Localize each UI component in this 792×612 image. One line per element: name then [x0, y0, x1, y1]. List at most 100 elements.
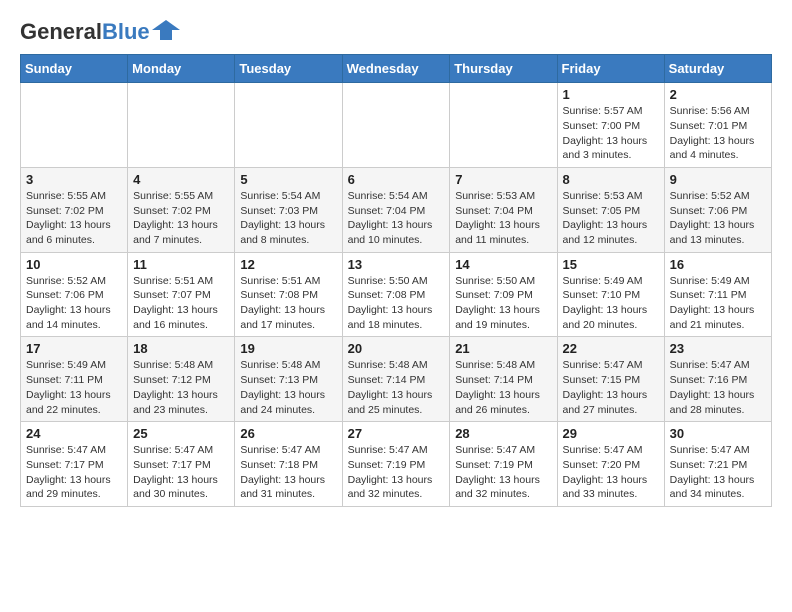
day-number: 19 [240, 341, 336, 356]
day-number: 2 [670, 87, 766, 102]
day-number: 11 [133, 257, 229, 272]
calendar-cell: 5Sunrise: 5:54 AMSunset: 7:03 PMDaylight… [235, 167, 342, 252]
day-number: 13 [348, 257, 445, 272]
day-number: 28 [455, 426, 551, 441]
calendar-cell: 8 Sunrise: 5:53 AMSunset: 7:05 PMDaylight… [557, 167, 664, 252]
calendar-cell: 10 Sunrise: 5:52 AMSunset: 7:06 PMDayligh… [21, 252, 128, 337]
day-detail: Sunrise: 5:49 AMSunset: 7:10 PMDaylight:… [563, 274, 659, 333]
logo: GeneralBlue [20, 20, 180, 44]
calendar-table: SundayMondayTuesdayWednesdayThursdayFrid… [20, 54, 772, 507]
day-number: 21 [455, 341, 551, 356]
weekday-header-friday: Friday [557, 55, 664, 83]
day-number: 7 [455, 172, 551, 187]
day-detail: Sunrise: 5:49 AMSunset: 7:11 PMDaylight:… [26, 358, 122, 417]
calendar-cell: 23 Sunrise: 5:47 AMSunset: 7:16 PMDayligh… [664, 337, 771, 422]
day-number: 29 [563, 426, 659, 441]
day-detail: Sunrise: 5:56 AMSunset: 7:01 PMDaylight:… [670, 104, 766, 163]
day-detail: Sunrise: 5:48 AMSunset: 7:12 PMDaylight:… [133, 358, 229, 417]
calendar-week-row: 17 Sunrise: 5:49 AMSunset: 7:11 PMDayligh… [21, 337, 772, 422]
day-number: 30 [670, 426, 766, 441]
day-detail: Sunrise: 5:47 AMSunset: 7:21 PMDaylight:… [670, 443, 766, 502]
day-detail: Sunrise: 5:50 AMSunset: 7:08 PMDaylight:… [348, 274, 445, 333]
calendar-cell [342, 83, 450, 168]
logo-blue: Blue [102, 19, 150, 44]
calendar-week-row: 24 Sunrise: 5:47 AMSunset: 7:17 PMDayligh… [21, 422, 772, 507]
day-detail: Sunrise: 5:48 AMSunset: 7:14 PMDaylight:… [455, 358, 551, 417]
day-detail: Sunrise: 5:47 AMSunset: 7:20 PMDaylight:… [563, 443, 659, 502]
calendar-cell: 12Sunrise: 5:51 AMSunset: 7:08 PMDayligh… [235, 252, 342, 337]
day-detail: Sunrise: 5:53 AMSunset: 7:05 PMDaylight:… [563, 189, 659, 248]
weekday-header-saturday: Saturday [664, 55, 771, 83]
weekday-header-tuesday: Tuesday [235, 55, 342, 83]
logo-general: General [20, 19, 102, 44]
day-number: 14 [455, 257, 551, 272]
day-detail: Sunrise: 5:57 AMSunset: 7:00 PMDaylight:… [563, 104, 659, 163]
day-detail: Sunrise: 5:55 AMSunset: 7:02 PMDaylight:… [26, 189, 122, 248]
day-detail: Sunrise: 5:52 AMSunset: 7:06 PMDaylight:… [26, 274, 122, 333]
calendar-cell: 11 Sunrise: 5:51 AMSunset: 7:07 PMDayligh… [128, 252, 235, 337]
day-number: 22 [563, 341, 659, 356]
day-detail: Sunrise: 5:47 AMSunset: 7:19 PMDaylight:… [455, 443, 551, 502]
day-detail: Sunrise: 5:54 AMSunset: 7:03 PMDaylight:… [240, 189, 336, 248]
day-number: 27 [348, 426, 445, 441]
calendar-cell: 28 Sunrise: 5:47 AMSunset: 7:19 PMDayligh… [450, 422, 557, 507]
day-detail: Sunrise: 5:50 AMSunset: 7:09 PMDaylight:… [455, 274, 551, 333]
day-detail: Sunrise: 5:49 AMSunset: 7:11 PMDaylight:… [670, 274, 766, 333]
calendar-cell: 15 Sunrise: 5:49 AMSunset: 7:10 PMDayligh… [557, 252, 664, 337]
weekday-header-row: SundayMondayTuesdayWednesdayThursdayFrid… [21, 55, 772, 83]
day-number: 4 [133, 172, 229, 187]
day-detail: Sunrise: 5:54 AMSunset: 7:04 PMDaylight:… [348, 189, 445, 248]
calendar-cell: 19 Sunrise: 5:48 AMSunset: 7:13 PMDayligh… [235, 337, 342, 422]
weekday-header-thursday: Thursday [450, 55, 557, 83]
calendar-cell [21, 83, 128, 168]
calendar-cell: 6Sunrise: 5:54 AMSunset: 7:04 PMDaylight… [342, 167, 450, 252]
calendar-week-row: 3 Sunrise: 5:55 AMSunset: 7:02 PMDaylight… [21, 167, 772, 252]
day-number: 3 [26, 172, 122, 187]
calendar-week-row: 1 Sunrise: 5:57 AMSunset: 7:00 PMDaylight… [21, 83, 772, 168]
day-detail: Sunrise: 5:47 AMSunset: 7:17 PMDaylight:… [26, 443, 122, 502]
calendar-cell: 24 Sunrise: 5:47 AMSunset: 7:17 PMDayligh… [21, 422, 128, 507]
day-number: 23 [670, 341, 766, 356]
day-number: 9 [670, 172, 766, 187]
calendar-cell: 30 Sunrise: 5:47 AMSunset: 7:21 PMDayligh… [664, 422, 771, 507]
calendar-cell: 4 Sunrise: 5:55 AMSunset: 7:02 PMDaylight… [128, 167, 235, 252]
calendar-cell: 13 Sunrise: 5:50 AMSunset: 7:08 PMDayligh… [342, 252, 450, 337]
logo-icon [152, 20, 180, 40]
day-number: 15 [563, 257, 659, 272]
calendar-cell: 1 Sunrise: 5:57 AMSunset: 7:00 PMDaylight… [557, 83, 664, 168]
weekday-header-sunday: Sunday [21, 55, 128, 83]
calendar-cell: 14 Sunrise: 5:50 AMSunset: 7:09 PMDayligh… [450, 252, 557, 337]
calendar-week-row: 10 Sunrise: 5:52 AMSunset: 7:06 PMDayligh… [21, 252, 772, 337]
weekday-header-monday: Monday [128, 55, 235, 83]
day-detail: Sunrise: 5:51 AMSunset: 7:07 PMDaylight:… [133, 274, 229, 333]
day-detail: Sunrise: 5:51 AMSunset: 7:08 PMDaylight:… [240, 274, 336, 333]
day-number: 24 [26, 426, 122, 441]
weekday-header-wednesday: Wednesday [342, 55, 450, 83]
calendar-cell: 18 Sunrise: 5:48 AMSunset: 7:12 PMDayligh… [128, 337, 235, 422]
day-number: 1 [563, 87, 659, 102]
calendar-cell: 7 Sunrise: 5:53 AMSunset: 7:04 PMDaylight… [450, 167, 557, 252]
calendar-cell [450, 83, 557, 168]
page-header: GeneralBlue [20, 20, 772, 44]
calendar-cell: 29 Sunrise: 5:47 AMSunset: 7:20 PMDayligh… [557, 422, 664, 507]
calendar-cell: 3 Sunrise: 5:55 AMSunset: 7:02 PMDaylight… [21, 167, 128, 252]
calendar-cell: 25Sunrise: 5:47 AMSunset: 7:17 PMDayligh… [128, 422, 235, 507]
day-detail: Sunrise: 5:47 AMSunset: 7:16 PMDaylight:… [670, 358, 766, 417]
calendar-cell [235, 83, 342, 168]
day-detail: Sunrise: 5:48 AMSunset: 7:13 PMDaylight:… [240, 358, 336, 417]
day-detail: Sunrise: 5:47 AMSunset: 7:15 PMDaylight:… [563, 358, 659, 417]
calendar-cell [128, 83, 235, 168]
day-number: 17 [26, 341, 122, 356]
calendar-cell: 2 Sunrise: 5:56 AMSunset: 7:01 PMDaylight… [664, 83, 771, 168]
day-detail: Sunrise: 5:52 AMSunset: 7:06 PMDaylight:… [670, 189, 766, 248]
day-detail: Sunrise: 5:53 AMSunset: 7:04 PMDaylight:… [455, 189, 551, 248]
calendar-cell: 16Sunrise: 5:49 AMSunset: 7:11 PMDayligh… [664, 252, 771, 337]
day-number: 18 [133, 341, 229, 356]
calendar-cell: 26Sunrise: 5:47 AMSunset: 7:18 PMDayligh… [235, 422, 342, 507]
calendar-cell: 17 Sunrise: 5:49 AMSunset: 7:11 PMDayligh… [21, 337, 128, 422]
day-detail: Sunrise: 5:55 AMSunset: 7:02 PMDaylight:… [133, 189, 229, 248]
calendar-cell: 9 Sunrise: 5:52 AMSunset: 7:06 PMDaylight… [664, 167, 771, 252]
day-number: 8 [563, 172, 659, 187]
day-number: 10 [26, 257, 122, 272]
day-detail: Sunrise: 5:47 AMSunset: 7:19 PMDaylight:… [348, 443, 445, 502]
